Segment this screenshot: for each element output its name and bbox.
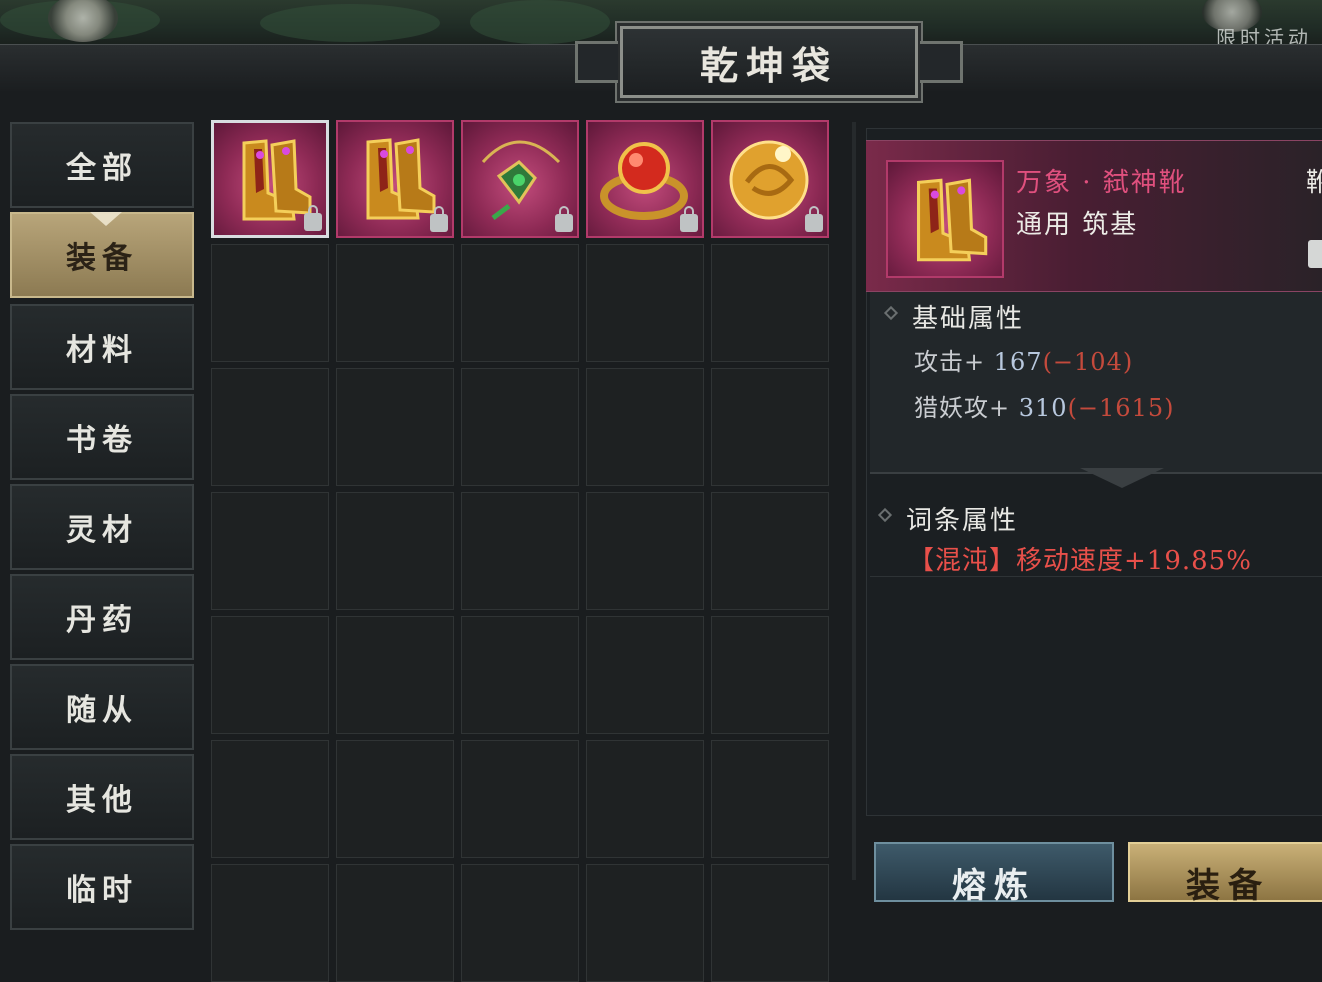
item-type: 靴 — [1306, 168, 1322, 198]
foliage-decoration — [470, 0, 610, 44]
tab-equipment[interactable]: 装备 — [10, 212, 194, 298]
affix-attributes-title: 词条属性 — [906, 506, 1019, 536]
inventory-slot-empty[interactable] — [211, 864, 329, 982]
inventory-slot-empty[interactable] — [711, 740, 829, 858]
item-name: 万象 · 弑神靴 — [1016, 168, 1187, 198]
inventory-slot-necklace[interactable] — [461, 120, 579, 238]
inventory-slot-empty[interactable] — [211, 616, 329, 734]
panel-divider — [852, 122, 856, 880]
lock-icon — [555, 206, 573, 232]
tab-all[interactable]: 全部 — [10, 122, 194, 208]
inventory-slot-empty[interactable] — [586, 244, 704, 362]
stat-label: 攻击+ — [914, 348, 994, 376]
stat-diff: (−1615) — [1067, 394, 1175, 422]
inventory-slot-empty[interactable] — [211, 492, 329, 610]
stat-attack: 攻击+ 167(−104) — [914, 342, 1133, 377]
stat-value: 167 — [993, 348, 1043, 376]
tab-followers[interactable]: 随从 — [10, 664, 194, 750]
inventory-slot-empty[interactable] — [461, 244, 579, 362]
inventory-slot-empty[interactable] — [461, 740, 579, 858]
title-ornament-right — [920, 41, 963, 83]
inventory-slot-empty[interactable] — [711, 616, 829, 734]
inventory-slot-empty[interactable] — [461, 616, 579, 734]
inventory-slot-empty[interactable] — [711, 864, 829, 982]
basic-attributes-title: 基础属性 — [912, 304, 1025, 334]
inventory-slot-empty[interactable] — [586, 616, 704, 734]
selected-item-icon — [886, 160, 1004, 278]
page-title: 乾坤袋 — [699, 42, 838, 88]
affix-line: 【混沌】移动速度+19.85% — [908, 546, 1252, 576]
inventory-slot-empty[interactable] — [211, 244, 329, 362]
tab-spirit-materials[interactable]: 灵材 — [10, 484, 194, 570]
smelt-button[interactable]: 熔炼 — [874, 842, 1114, 906]
inventory-slot-empty[interactable] — [461, 864, 579, 982]
inventory-slot-empty[interactable] — [586, 864, 704, 982]
inventory-slot-empty[interactable] — [461, 368, 579, 486]
title-plate: 乾坤袋 — [575, 26, 963, 98]
stat-diff: (−104) — [1042, 348, 1134, 376]
active-indicator — [90, 212, 122, 226]
inventory-slot-empty[interactable] — [586, 492, 704, 610]
affix-divider — [870, 576, 1322, 577]
tab-temporary[interactable]: 临时 — [10, 844, 194, 930]
inventory-slot-empty[interactable] — [711, 492, 829, 610]
item-class-realm: 通用 筑基 — [1016, 210, 1139, 240]
lock-icon — [680, 206, 698, 232]
inventory-slot-boots[interactable] — [211, 120, 329, 238]
inventory-slot-empty[interactable] — [336, 492, 454, 610]
tab-materials[interactable]: 材料 — [10, 304, 194, 390]
divider-ornament — [1080, 468, 1164, 488]
inventory-slot-orb[interactable] — [711, 120, 829, 238]
stat-value: 310 — [1018, 394, 1068, 422]
tab-scrolls[interactable]: 书卷 — [10, 394, 194, 480]
inventory-slot-empty[interactable] — [461, 492, 579, 610]
inventory-slot-empty[interactable] — [711, 244, 829, 362]
inventory-slot-empty[interactable] — [336, 244, 454, 362]
inventory-slot-ring[interactable] — [586, 120, 704, 238]
stat-label: 猎妖攻+ — [914, 394, 1019, 422]
stat-demon-attack: 猎妖攻+ 310(−1615) — [914, 388, 1174, 423]
inventory-slot-empty[interactable] — [711, 368, 829, 486]
inventory-slot-empty[interactable] — [586, 740, 704, 858]
inventory-slot-boots[interactable] — [336, 120, 454, 238]
boots-icon — [917, 178, 988, 262]
tab-pills[interactable]: 丹药 — [10, 574, 194, 660]
lock-icon — [430, 206, 448, 232]
title-ornament-left — [575, 41, 618, 83]
inventory-slot-empty[interactable] — [211, 368, 329, 486]
inventory-slot-empty[interactable] — [336, 864, 454, 982]
inventory-slot-empty[interactable] — [336, 616, 454, 734]
lock-icon — [304, 205, 322, 231]
lock-icon — [805, 206, 823, 232]
foliage-decoration — [260, 4, 440, 42]
inventory-slot-empty[interactable] — [336, 740, 454, 858]
inventory-slot-empty[interactable] — [586, 368, 704, 486]
inventory-slot-empty[interactable] — [211, 740, 329, 858]
tab-label: 装备 — [66, 241, 138, 276]
equip-button[interactable]: 装备 — [1128, 842, 1322, 906]
inventory-slot-empty[interactable] — [336, 368, 454, 486]
tab-others[interactable]: 其他 — [10, 754, 194, 840]
lock-toggle-icon[interactable] — [1308, 240, 1322, 268]
